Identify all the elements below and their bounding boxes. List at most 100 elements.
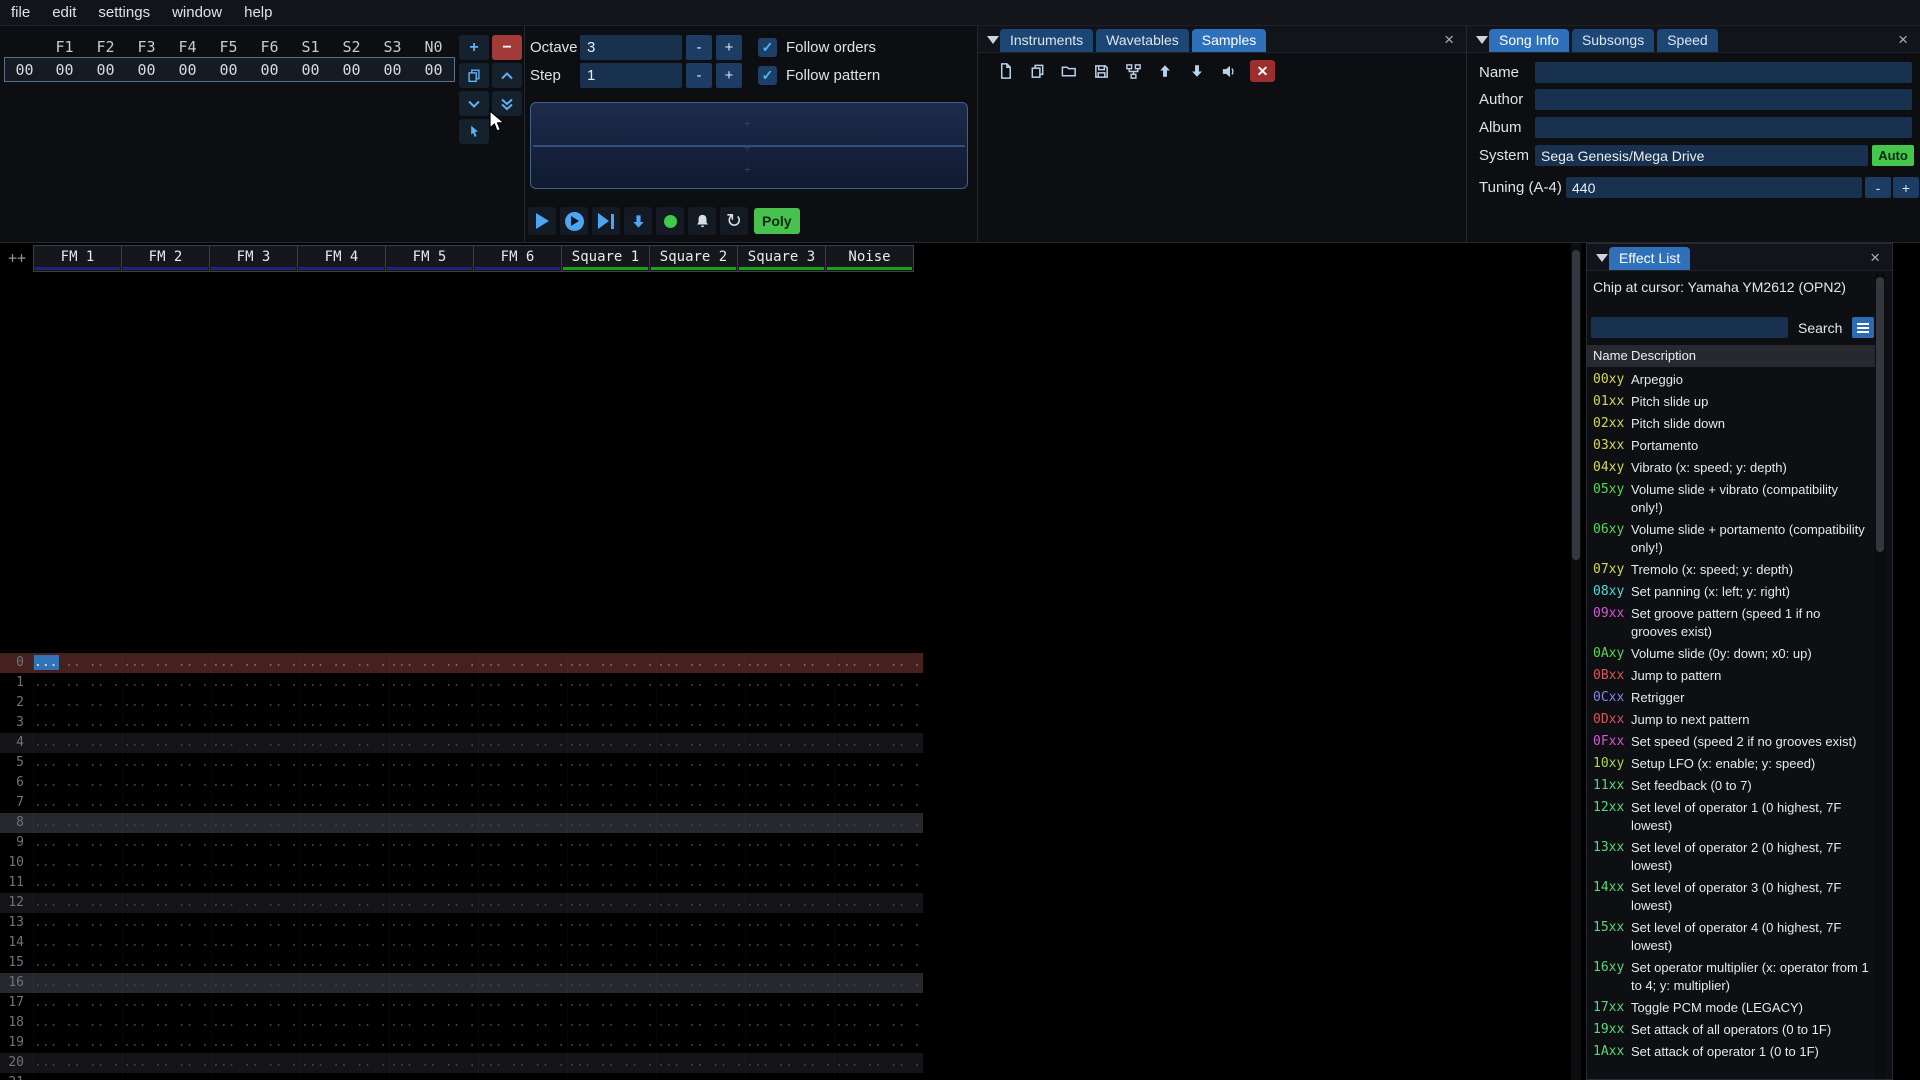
pattern-cell[interactable]: ... .. .. ..	[567, 653, 656, 673]
play-button[interactable]	[528, 207, 556, 235]
pattern-cell[interactable]: ... .. .. ..	[656, 853, 745, 873]
pattern-cell[interactable]: ... .. .. ..	[656, 673, 745, 693]
pattern-cell[interactable]: ... .. .. ..	[478, 1053, 567, 1073]
pattern-cell[interactable]: ... .. .. ..	[567, 913, 656, 933]
pattern-cell[interactable]: ... .. .. ..	[389, 653, 478, 673]
pattern-cell[interactable]: ... .. .. ..	[834, 833, 923, 853]
duplicate-instrument-button[interactable]	[1026, 59, 1048, 83]
pattern-cell[interactable]: ... .. .. ..	[656, 773, 745, 793]
pattern-cell[interactable]: ... .. .. ..	[122, 753, 211, 773]
pattern-cell[interactable]: ... .. .. ..	[656, 893, 745, 913]
pattern-cell[interactable]: ... .. .. ..	[656, 1073, 745, 1080]
pattern-cell[interactable]: ... .. .. ..	[745, 1053, 834, 1073]
pattern-cell[interactable]: ... .. .. ..	[33, 833, 122, 853]
channel-header-noise[interactable]: Noise	[825, 245, 914, 272]
order-cell[interactable]: 00	[290, 61, 331, 79]
close-effect-list-button[interactable]: ×	[1870, 248, 1880, 268]
pattern-cell[interactable]: ... .. .. ..	[122, 873, 211, 893]
pattern-cell[interactable]: ... .. .. ..	[834, 853, 923, 873]
pattern-cell[interactable]: ... .. .. ..	[122, 813, 211, 833]
pattern-cell[interactable]: ... .. .. ..	[211, 993, 300, 1013]
effect-list-item[interactable]: 0Bxx Jump to pattern	[1587, 665, 1875, 687]
pattern-cell[interactable]: ... .. .. ..	[122, 1013, 211, 1033]
pattern-cell[interactable]: ... .. .. ..	[656, 913, 745, 933]
pattern-cell[interactable]: ... .. .. ..	[834, 733, 923, 753]
pattern-cell[interactable]: ... .. .. ..	[567, 893, 656, 913]
pattern-cell[interactable]: ... .. .. ..	[656, 953, 745, 973]
effect-list-item[interactable]: 02xx Pitch slide down	[1587, 413, 1875, 435]
pattern-cell[interactable]: ... .. .. ..	[33, 673, 122, 693]
tab-wavetables[interactable]: Wavetables	[1096, 29, 1189, 52]
repeat-button[interactable]	[720, 207, 748, 235]
pattern-cell[interactable]: ... .. .. ..	[834, 913, 923, 933]
effect-list-item[interactable]: 0Cxx Retrigger	[1587, 687, 1875, 709]
pattern-cell[interactable]: ... .. .. ..	[33, 993, 122, 1013]
pattern-cell[interactable]: ... .. .. ..	[300, 1013, 389, 1033]
auto-button[interactable]: Auto	[1872, 145, 1914, 166]
pattern-cell[interactable]: ... .. .. ..	[300, 873, 389, 893]
effect-list-item[interactable]: 00xy Arpeggio	[1587, 369, 1875, 391]
pattern-scrollbar[interactable]	[1571, 243, 1581, 1080]
pattern-cell[interactable]: ... .. .. ..	[122, 653, 211, 673]
channel-header-square-1[interactable]: Square 1	[561, 245, 650, 272]
channel-header-fm-4[interactable]: FM 4	[297, 245, 386, 272]
pattern-cell[interactable]: ... .. .. ..	[834, 693, 923, 713]
pattern-cell[interactable]: ... .. .. ..	[478, 733, 567, 753]
octave-input[interactable]	[580, 35, 682, 60]
channel-header-fm-6[interactable]: FM 6	[473, 245, 562, 272]
pattern-cell[interactable]: ... .. .. ..	[389, 793, 478, 813]
pattern-cell[interactable]: ... .. .. ..	[389, 1033, 478, 1053]
menu-item-edit[interactable]: edit	[41, 0, 87, 26]
pattern-cell[interactable]: ... .. .. ..	[745, 1073, 834, 1080]
order-cell[interactable]: 00	[126, 61, 167, 79]
orders-row[interactable]: 00 00 00 00 00 00 00 00 00 00 00	[4, 57, 455, 82]
pattern-cell[interactable]: ... .. .. ..	[389, 953, 478, 973]
edit-toggle-button[interactable]	[656, 207, 684, 235]
pattern-cell[interactable]: ... .. .. ..	[122, 1073, 211, 1080]
pattern-cell[interactable]: ... .. .. ..	[567, 813, 656, 833]
pattern-cell[interactable]: ... .. .. ..	[211, 873, 300, 893]
menu-item-settings[interactable]: settings	[87, 0, 161, 26]
pattern-cell[interactable]: ... .. .. ..	[567, 933, 656, 953]
pattern-cell[interactable]: ... .. .. ..	[478, 673, 567, 693]
pattern-cell[interactable]: ... .. .. ..	[567, 1053, 656, 1073]
pattern-cell[interactable]: ... .. .. ..	[745, 1013, 834, 1033]
pattern-cell[interactable]: ... .. .. ..	[478, 1033, 567, 1053]
pattern-cell[interactable]: ... .. .. ..	[122, 913, 211, 933]
pattern-cell[interactable]: ... .. .. ..	[122, 893, 211, 913]
pattern-cell[interactable]: ... .. .. ..	[300, 893, 389, 913]
pattern-cell[interactable]: ... .. .. ..	[122, 693, 211, 713]
effect-list-item[interactable]: 12xx Set level of operator 1 (0 highest, …	[1587, 797, 1875, 837]
album-input[interactable]	[1535, 117, 1912, 138]
pattern-cell[interactable]: ... .. .. ..	[122, 773, 211, 793]
pattern-cell[interactable]: ... .. .. ..	[567, 753, 656, 773]
pattern-cell[interactable]: ... .. .. ..	[478, 1073, 567, 1080]
pattern-cell[interactable]: ... .. .. ..	[745, 1033, 834, 1053]
pattern-cell[interactable]: ... .. .. ..	[389, 893, 478, 913]
pattern-cell[interactable]: ... .. .. ..	[745, 753, 834, 773]
effect-menu-button[interactable]	[1852, 317, 1875, 338]
pattern-cell[interactable]: ... .. .. ..	[211, 893, 300, 913]
pattern-cell[interactable]: ... .. .. ..	[389, 693, 478, 713]
step-increase-button[interactable]: +	[716, 63, 742, 88]
delete-instrument-button[interactable]: ✕	[1250, 60, 1275, 82]
pattern-cell[interactable]: ... .. .. ..	[834, 1073, 923, 1080]
effect-list-scrollbar[interactable]	[1875, 272, 1885, 1079]
new-instrument-button[interactable]	[994, 59, 1016, 83]
pattern-cell[interactable]: ... .. .. ..	[834, 673, 923, 693]
close-instruments-button[interactable]: ×	[1444, 30, 1454, 50]
pattern-cell[interactable]: ... .. .. ..	[656, 1053, 745, 1073]
pattern-cell[interactable]: ... .. .. ..	[211, 793, 300, 813]
pattern-cell[interactable]: ... .. .. ..	[33, 1013, 122, 1033]
tuning-increase-button[interactable]: +	[1893, 177, 1919, 198]
pattern-cell[interactable]: ... .. .. ..	[300, 933, 389, 953]
pattern-cell[interactable]: ... .. .. ..	[745, 853, 834, 873]
pattern-cell[interactable]: ... .. .. ..	[478, 993, 567, 1013]
pattern-cell[interactable]: ... .. .. ..	[389, 993, 478, 1013]
pattern-cell[interactable]: ... .. .. ..	[300, 713, 389, 733]
pattern-cell[interactable]: ... .. .. ..	[656, 813, 745, 833]
pattern-cell[interactable]: ... .. .. ..	[656, 993, 745, 1013]
pattern-cell[interactable]: ... .. .. ..	[389, 973, 478, 993]
channel-header-square-2[interactable]: Square 2	[649, 245, 738, 272]
pattern-cell[interactable]: ... .. .. ..	[211, 1073, 300, 1080]
